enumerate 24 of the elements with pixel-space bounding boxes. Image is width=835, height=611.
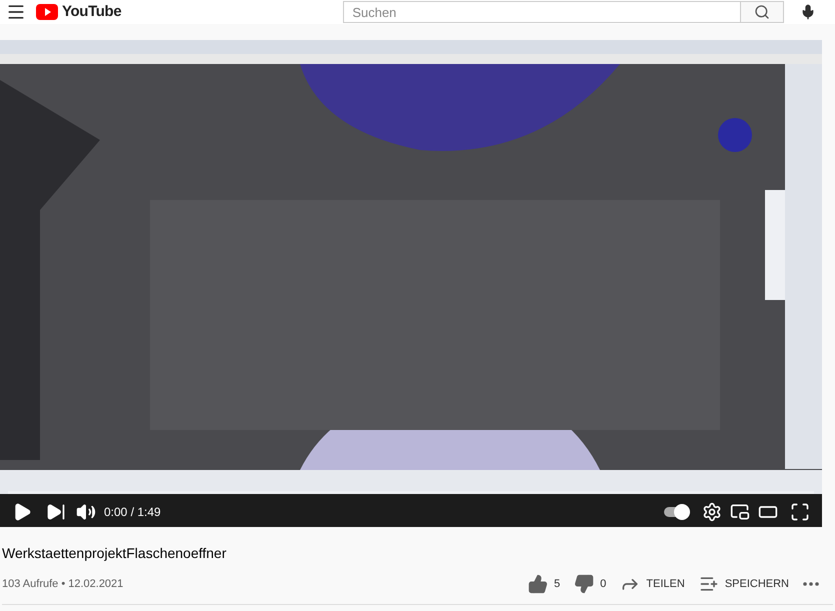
dislike-button[interactable]: 0 [574, 574, 606, 594]
search-field[interactable]: Suchen [343, 1, 742, 23]
progress-track[interactable] [8, 491, 814, 494]
logo-icon [36, 4, 58, 20]
save-button[interactable]: SPEICHERN [698, 574, 789, 594]
like-button[interactable]: 5 [528, 574, 560, 594]
fullscreen-icon [790, 502, 810, 522]
microphone-icon [800, 4, 816, 20]
logo-text: YouTube [62, 2, 122, 22]
time-display: 0:00 / 1:49 [104, 504, 161, 521]
settings-icon [702, 502, 722, 522]
video-title: WerkstaettenprojektFlaschenoeffner [2, 544, 228, 563]
volume-icon [76, 502, 96, 522]
thumbs-down-icon [574, 574, 594, 594]
search-icon [754, 4, 770, 20]
next-icon [46, 502, 66, 522]
view-info: 103 Aufrufe • 12.02.2021 [2, 576, 124, 592]
more-icon [803, 582, 819, 586]
share-button[interactable]: TEILEN [620, 574, 685, 594]
thumbs-up-icon [528, 574, 548, 594]
miniplayer-icon [730, 502, 750, 522]
video-player[interactable]: 0:00 / 1:49 [0, 40, 822, 527]
search-button[interactable] [741, 1, 784, 23]
more-button[interactable] [803, 582, 819, 586]
